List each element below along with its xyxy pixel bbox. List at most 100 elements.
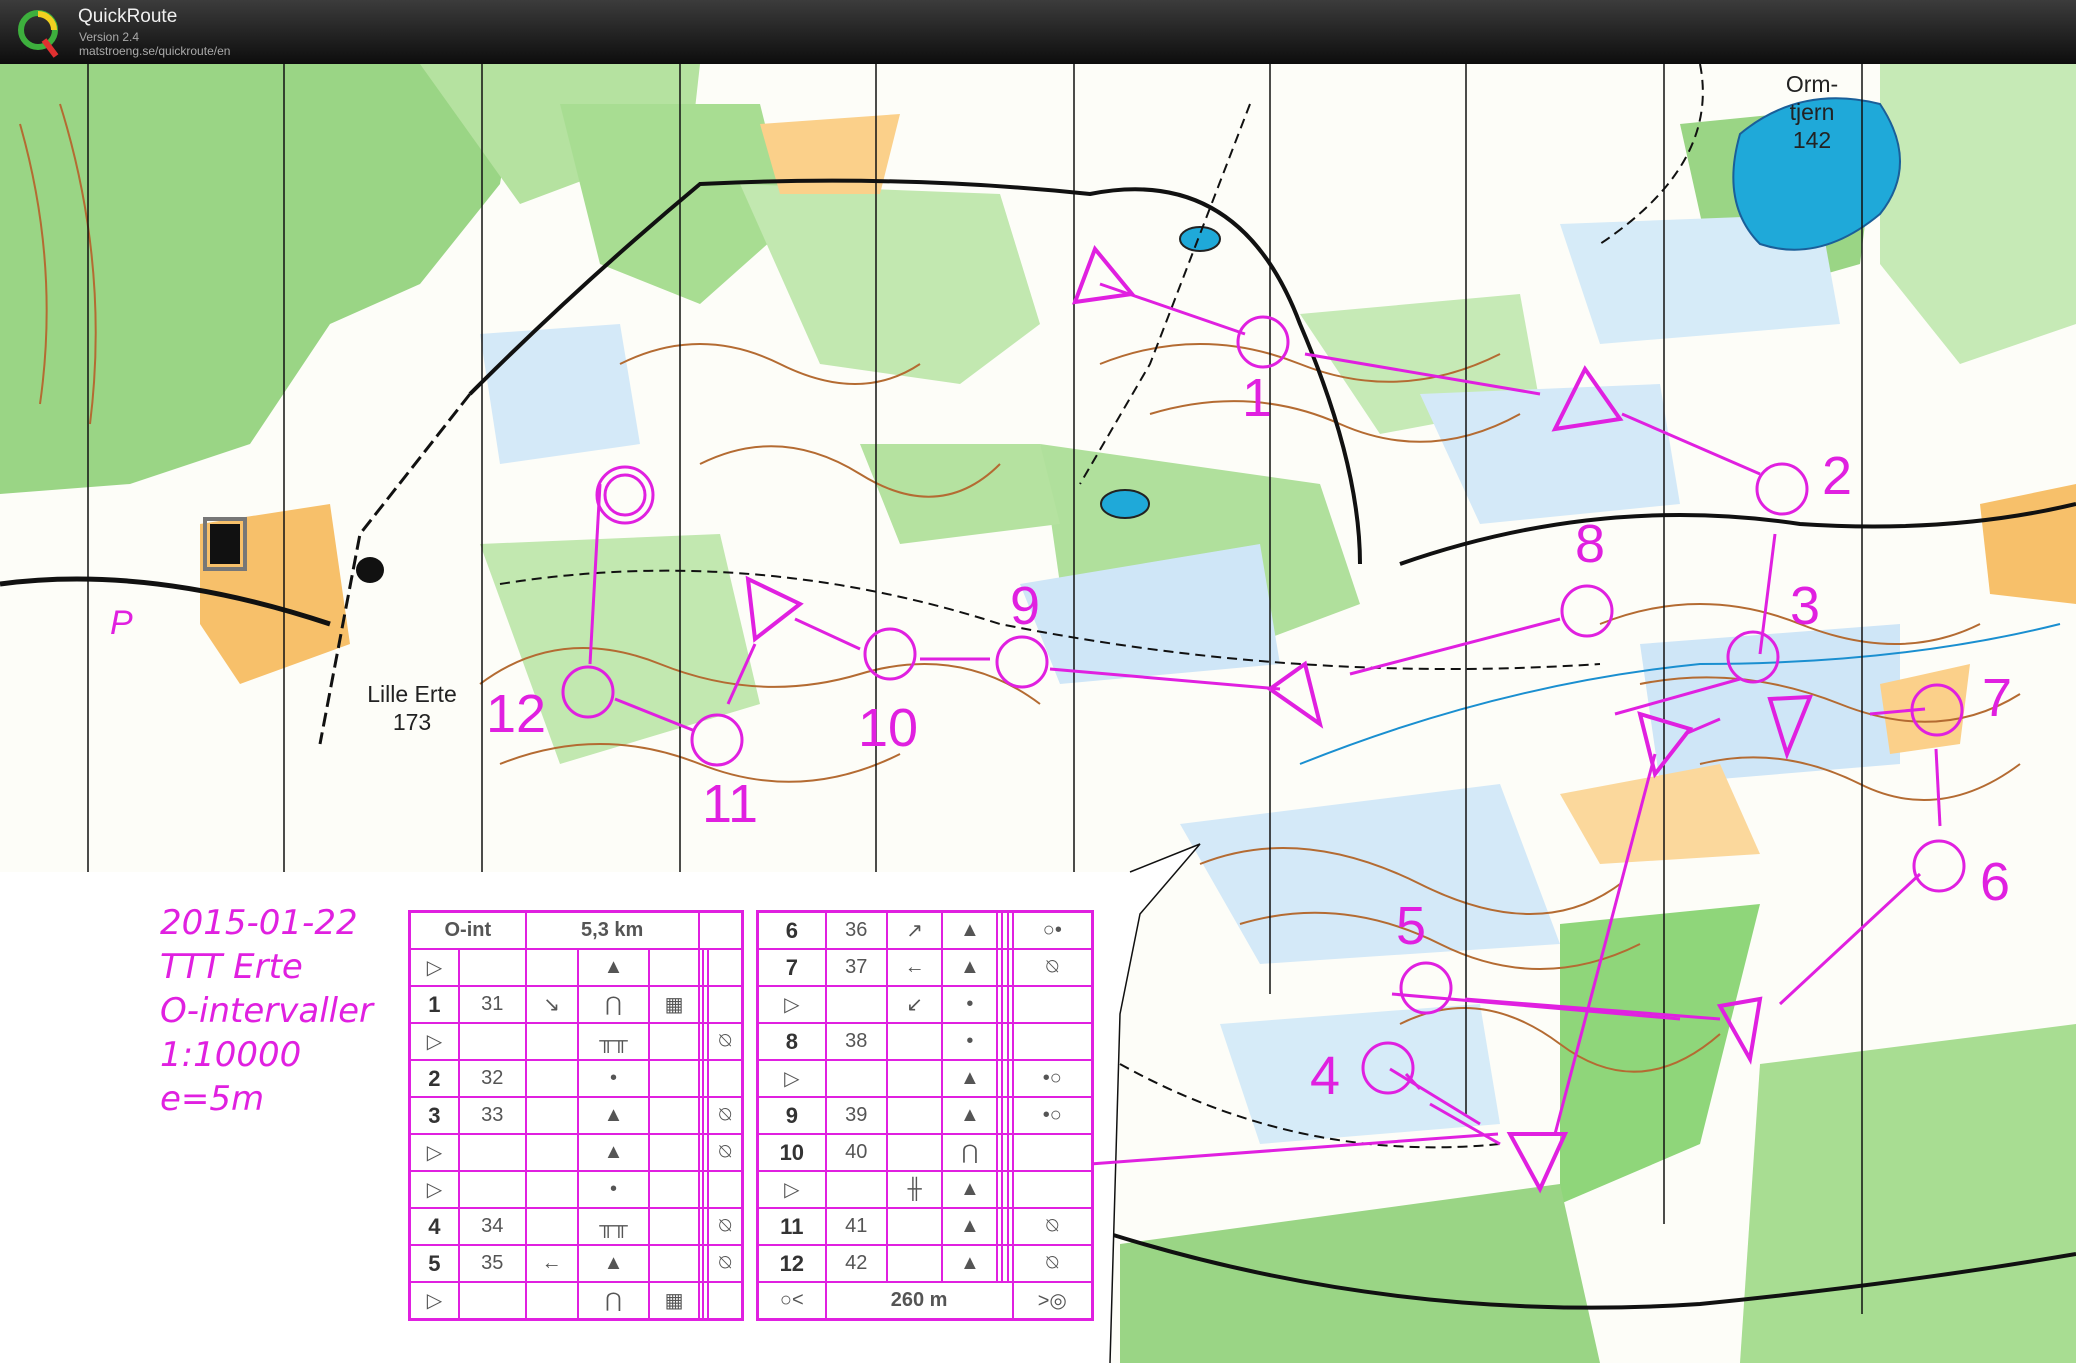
cd-cell-dir xyxy=(524,1281,579,1321)
description-row: 7 37 ← ▲ ⍉ xyxy=(756,948,1094,987)
cd-cell-extra: •○ xyxy=(1011,1096,1094,1135)
cd-cell-extra xyxy=(707,1281,744,1321)
description-row: 12 42 ▲ ⍉ xyxy=(756,1244,1094,1283)
cd-cell-code: 37 xyxy=(824,948,888,987)
cd-cell-feat: • xyxy=(576,1059,651,1098)
cd-cell-n: ▷ xyxy=(756,1170,827,1209)
description-row: ▷ ▲ •○ xyxy=(756,1059,1094,1098)
cd-cell-code xyxy=(824,1059,888,1098)
cd-cell-extra xyxy=(707,1170,744,1209)
app-version: Version 2.4 xyxy=(79,30,140,44)
cd-cell-dir xyxy=(524,1022,579,1061)
title-bar: QuickRoute Version 2.4 matstroeng.se/qui… xyxy=(0,0,2076,64)
description-row: 11 41 ▲ ⍉ xyxy=(756,1207,1094,1246)
cd-cell-dir xyxy=(524,1170,579,1209)
cd-cell-dir: ╫ xyxy=(885,1170,944,1209)
cd-cell-n: 10 xyxy=(756,1133,827,1172)
description-row: 10 40 ⋂ xyxy=(756,1133,1094,1172)
cd-cell-feat: ▲ xyxy=(576,948,651,987)
cd-cell-dir xyxy=(524,1096,579,1135)
cd-cell-dir xyxy=(524,1133,579,1172)
cd-cell-n: 2 xyxy=(408,1059,460,1098)
cd-cell-feat: ▲ xyxy=(941,1207,999,1246)
cd-cell-dir: ← xyxy=(885,948,944,987)
cd-cell-detail xyxy=(648,1170,700,1209)
quickroute-logo-icon xyxy=(18,10,59,58)
cd-cell-extra xyxy=(1011,1022,1094,1061)
cd-cell-dir: ↙ xyxy=(885,985,944,1024)
description-row: ▷ ▲ xyxy=(408,948,744,987)
cd-cell-n: 7 xyxy=(756,948,827,987)
cd-cell-feat: • xyxy=(576,1170,651,1209)
description-row: 6 36 ↗ ▲ ○• xyxy=(756,910,1094,950)
cd-header-cell: O-int xyxy=(408,910,527,950)
cd-cell-extra: ○• xyxy=(1011,910,1094,950)
cd-cell-n: 3 xyxy=(408,1096,460,1135)
control-4-label: 4 xyxy=(1310,1046,1340,1106)
cd-footer-distance: 260 m xyxy=(824,1281,1014,1321)
cd-cell-detail xyxy=(648,1022,700,1061)
cd-cell-feat: ╥╥ xyxy=(576,1207,651,1246)
control-7-label: 7 xyxy=(1982,668,2012,728)
cd-cell-extra: ⍉ xyxy=(1011,948,1094,987)
cd-cell-code: 41 xyxy=(824,1207,888,1246)
description-footer: ○< 260 m >◎ xyxy=(756,1281,1094,1321)
cd-cell-dir xyxy=(885,1022,944,1061)
cd-footer-finish: >◎ xyxy=(1011,1281,1094,1321)
cd-cell-code xyxy=(457,1281,527,1321)
cd-cell-dir xyxy=(524,948,579,987)
cd-cell-extra: ⍉ xyxy=(707,1133,744,1172)
cd-cell-extra: •○ xyxy=(1011,1059,1094,1098)
course-event: O-intervaller xyxy=(160,991,373,1031)
description-row: ▷ ╫ ▲ xyxy=(756,1170,1094,1209)
description-row: ▷ ⋂ ▦ xyxy=(408,1281,744,1321)
cd-cell-dir xyxy=(885,1133,944,1172)
cd-cell-code: 34 xyxy=(457,1207,527,1246)
place-label-lille-erte: Lille Erte 173 xyxy=(367,681,457,735)
description-row: 3 33 ▲ ⍉ xyxy=(408,1096,744,1135)
course-club: TTT Erte xyxy=(160,947,303,987)
cd-cell-code xyxy=(824,1170,888,1209)
cd-cell-code xyxy=(824,985,888,1024)
cd-cell-feat: • xyxy=(941,985,999,1024)
description-row: ▷ ↙ • xyxy=(756,985,1094,1024)
cd-cell-feat: ▲ xyxy=(941,948,999,987)
cd-cell-code xyxy=(457,1170,527,1209)
cd-cell-detail xyxy=(648,1096,700,1135)
cd-cell-detail xyxy=(648,1244,700,1283)
cd-footer-start: ○< xyxy=(756,1281,827,1321)
cd-cell-feat: • xyxy=(941,1022,999,1061)
control-5-label: 5 xyxy=(1396,896,1426,956)
cd-cell-dir: ↘ xyxy=(524,985,579,1024)
cd-cell-extra xyxy=(707,1059,744,1098)
cd-cell-feat: ⋂ xyxy=(576,1281,651,1321)
cd-cell-feat: ▲ xyxy=(941,1096,999,1135)
cd-cell-n: ▷ xyxy=(408,1133,460,1172)
cd-cell-detail xyxy=(648,948,700,987)
cd-cell-code: 39 xyxy=(824,1096,888,1135)
cd-cell-detail xyxy=(648,1133,700,1172)
control-10-label: 10 xyxy=(858,698,918,758)
cd-cell-feat: ▲ xyxy=(576,1096,651,1135)
description-row: 5 35 ← ▲ ⍉ xyxy=(408,1244,744,1283)
cd-cell-n: 6 xyxy=(756,910,827,950)
app-url[interactable]: matstroeng.se/quickroute/en xyxy=(79,44,230,58)
cd-cell-code: 32 xyxy=(457,1059,527,1098)
control-descriptions-right: 6 36 ↗ ▲ ○• 7 37 ← ▲ ⍉ ▷ ↙ • 8 38 • ▷ ▲ •○ 9 39 ▲ •○ 10 40 ⋂ ▷ ╫ ▲ 11… xyxy=(756,910,1094,1321)
cd-cell-detail: ▦ xyxy=(648,985,700,1024)
cd-cell-n: 5 xyxy=(408,1244,460,1283)
control-9-label: 9 xyxy=(1010,576,1040,636)
course-scale: 1:10000 xyxy=(160,1035,302,1075)
cd-cell-code: 36 xyxy=(824,910,888,950)
cd-cell-dir: ↗ xyxy=(885,910,944,950)
cd-cell-code: 33 xyxy=(457,1096,527,1135)
control-11-label: 11 xyxy=(702,774,758,834)
control-descriptions-left: O-int 5,3 km ▷ ▲ 1 31 ↘ ⋂ ▦ ▷ ╥╥ ⍉ 2 32 • 3 33 ▲ ⍉ ▷ ▲ ⍉ ▷ • 4 34… xyxy=(408,910,744,1321)
cd-cell-n: 8 xyxy=(756,1022,827,1061)
cd-cell-extra: ⍉ xyxy=(707,1096,744,1135)
cd-cell-feat: ▲ xyxy=(941,1244,999,1283)
cd-cell-n: 1 xyxy=(408,985,460,1024)
cd-cell-feat: ▲ xyxy=(941,910,999,950)
cd-cell-n: ▷ xyxy=(408,1281,460,1321)
cd-cell-extra xyxy=(1011,985,1094,1024)
